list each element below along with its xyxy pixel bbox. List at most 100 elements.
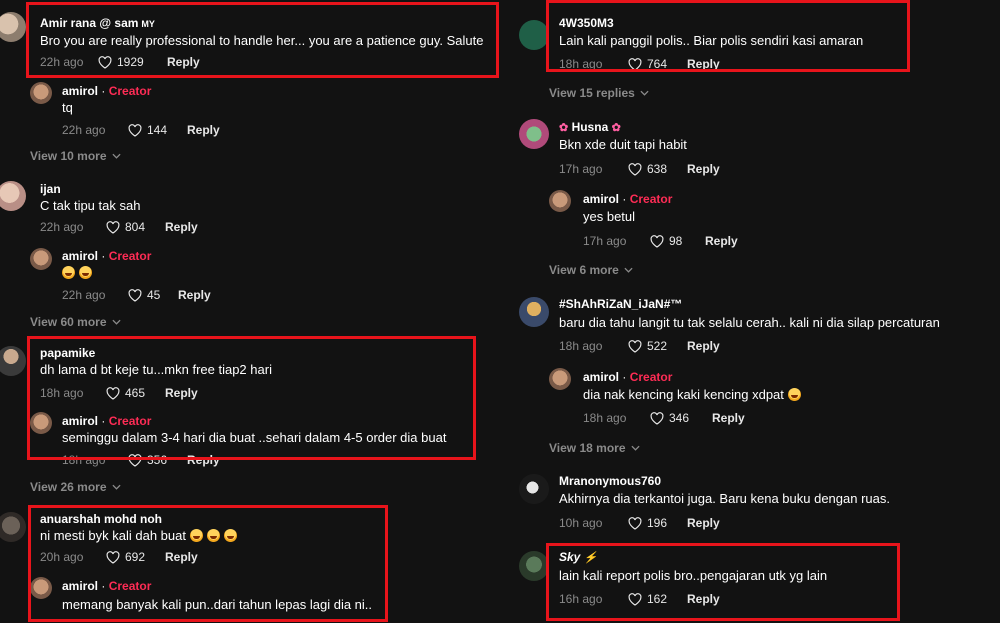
creator-avatar[interactable] [30,412,52,434]
creator-label: Creator [629,192,673,206]
comment-text: C tak tipu tak sah [40,198,141,213]
like-button[interactable]: 144 [128,123,192,137]
like-button[interactable]: 692 [106,550,170,564]
view-more-replies[interactable]: View 15 replies [549,86,649,100]
reply-username[interactable]: amirol · Creator [62,84,151,98]
comment-text: Bro you are really professional to handl… [40,33,484,48]
comment-time: 18h ago [559,57,603,71]
comment-username[interactable]: anuarshah mohd noh [40,512,162,526]
reply-button[interactable]: Reply [165,386,198,400]
heart-outline-icon [628,516,642,530]
user-avatar[interactable] [0,181,26,211]
like-button[interactable]: 1929 [98,55,162,69]
like-button[interactable]: 162 [628,592,692,606]
reply-time: 22h ago [62,123,106,137]
creator-label: Creator [108,414,152,428]
comment-username[interactable]: papamike [40,346,95,360]
like-button[interactable]: 356 [128,453,192,467]
comment-username[interactable]: Amir rana @ sam MY [40,16,155,30]
comment-username[interactable]: Sky ⚡ [559,550,597,564]
reply-username[interactable]: amirol · Creator [583,370,672,384]
reply-username[interactable]: amirol · Creator [62,249,151,263]
like-button[interactable]: 465 [106,386,170,400]
reply-button[interactable]: Reply [687,339,720,353]
reply-meta: 22h ago 144 Reply [62,123,220,137]
reply-button[interactable]: Reply [187,123,220,137]
view-more-replies[interactable]: View 18 more [549,441,640,455]
reply-text: dia nak kencing kaki kencing xdpat [583,387,805,402]
reply-text: memang banyak kali pun..dari tahun lepas… [62,597,373,612]
heart-outline-icon [628,57,642,71]
comment-username[interactable]: ijan [40,182,61,196]
comment-username[interactable]: 4W350M3 [559,16,614,30]
creator-avatar[interactable] [549,190,571,212]
like-button[interactable]: 638 [628,162,692,176]
view-more-replies[interactable]: View 6 more [549,263,633,277]
laughing-emoji-icon [189,529,203,542]
reply-button[interactable]: Reply [687,592,720,606]
chevron-down-icon [111,153,121,159]
view-more-replies[interactable]: View 60 more [30,315,121,329]
chevron-down-icon [111,484,121,490]
chevron-down-icon [640,90,649,96]
heart-outline-icon [128,288,142,302]
reply-username[interactable]: amirol · Creator [62,414,151,428]
like-count: 346 [669,411,690,425]
creator-avatar[interactable] [30,82,52,104]
view-more-replies[interactable]: View 26 more [30,480,121,494]
view-more-replies[interactable]: View 10 more [30,149,121,163]
user-avatar[interactable] [519,551,549,581]
reply-button[interactable]: Reply [178,288,211,302]
reply-button[interactable]: Reply [687,162,720,176]
comment-meta: 22h ago 1929 Reply [40,55,200,69]
reply-button[interactable]: Reply [167,55,200,69]
reply-meta: 18h ago 346 Reply [583,411,745,425]
creator-avatar[interactable] [30,248,52,270]
user-avatar[interactable] [519,119,549,149]
user-avatar[interactable] [0,346,26,376]
reply-meta: 17h ago 98 Reply [583,234,738,248]
user-avatar[interactable] [0,512,26,542]
like-button[interactable]: 346 [650,411,714,425]
comment-time: 10h ago [559,516,603,530]
reply-button[interactable]: Reply [705,234,738,248]
reply-button[interactable]: Reply [687,57,720,71]
reply-button[interactable]: Reply [165,220,198,234]
comment-text: Bkn xde duit tapi habit [559,137,687,152]
reply-button[interactable]: Reply [187,453,220,467]
comment-time: 18h ago [559,339,603,353]
like-count: 98 [669,234,683,248]
user-avatar[interactable] [519,297,549,327]
laughing-emoji-icon [787,388,801,401]
reply-button[interactable]: Reply [687,516,720,530]
user-avatar[interactable] [519,20,549,50]
comment-username[interactable]: #ShAhRiZaN_iJaN#™ [559,297,682,311]
reply-username[interactable]: amirol · Creator [62,579,151,593]
user-avatar[interactable] [0,12,26,42]
comment-meta: 16h ago 162 Reply [559,592,720,606]
like-button[interactable]: 764 [628,57,692,71]
like-button[interactable]: 522 [628,339,692,353]
comment-text: Akhirnya dia terkantoi juga. Baru kena b… [559,491,890,506]
like-count: 764 [647,57,668,71]
country-badge: MY [141,19,155,29]
chevron-down-icon [624,267,633,273]
like-button[interactable]: 196 [628,516,692,530]
comment-time: 22h ago [40,220,84,234]
reply-button[interactable]: Reply [712,411,745,425]
reply-time: 18h ago [62,453,106,467]
creator-avatar[interactable] [549,368,571,390]
like-count: 804 [125,220,146,234]
user-avatar[interactable] [519,474,549,504]
comment-username[interactable]: ✿ Husna ✿ [559,120,621,134]
laughing-emoji-icon [79,266,92,279]
like-button[interactable]: 804 [106,220,170,234]
comment-meta: 17h ago 638 Reply [559,162,720,176]
creator-avatar[interactable] [30,577,52,599]
comment-username[interactable]: Mranonymous760 [559,474,661,488]
reply-username[interactable]: amirol · Creator [583,192,672,206]
comment-time: 16h ago [559,592,603,606]
chevron-down-icon [111,319,121,325]
heart-outline-icon [650,411,664,425]
reply-button[interactable]: Reply [165,550,198,564]
